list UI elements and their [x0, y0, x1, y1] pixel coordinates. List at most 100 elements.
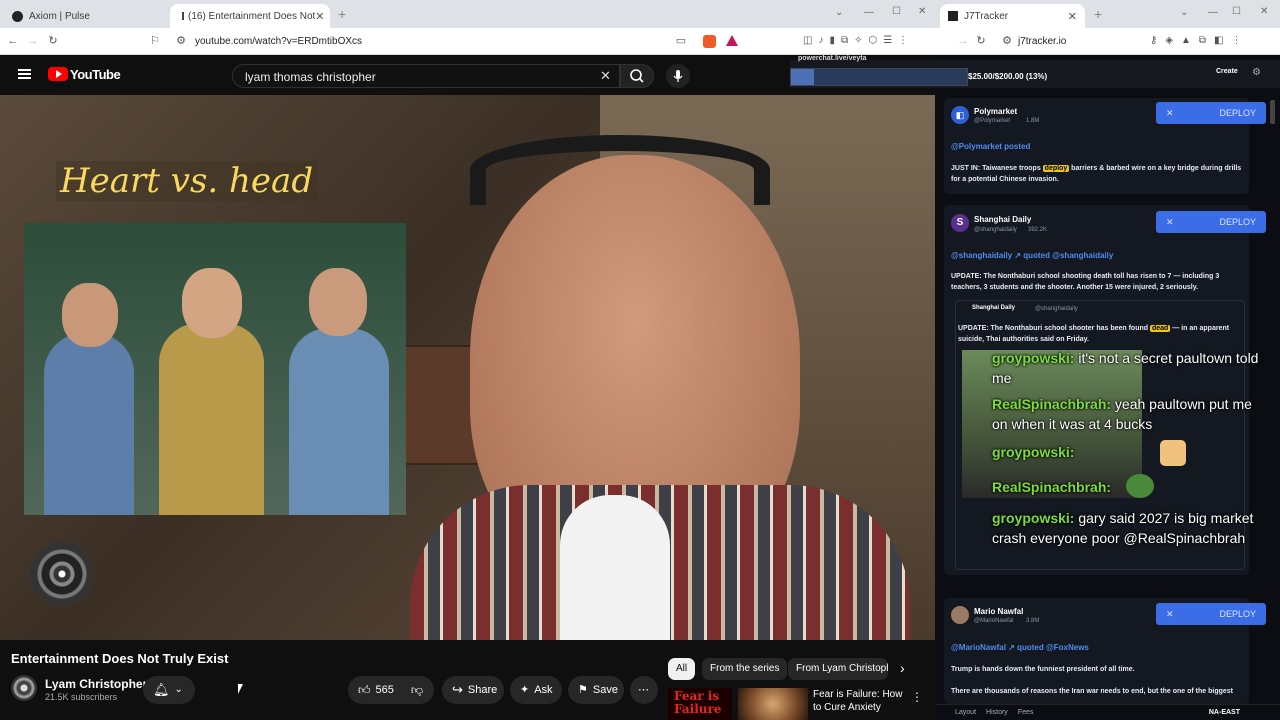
sparkle-icon: ✦	[520, 684, 530, 696]
site-info-icon[interactable]: ⚙	[174, 34, 188, 48]
headphones	[470, 135, 770, 205]
share-button[interactable]: ↪ Share	[442, 676, 504, 704]
channel-name[interactable]: Lyam Christopher	[45, 677, 147, 691]
deploy-button[interactable]: ✕ DEPLOY	[1156, 102, 1266, 124]
menu-icon[interactable]	[18, 69, 31, 79]
tab-label: J7Tracker	[964, 10, 1009, 22]
figure-right	[289, 328, 389, 515]
video-player[interactable]: Heart vs. head	[0, 95, 935, 640]
panel-scrollbar[interactable]	[1270, 100, 1275, 124]
progress-fill	[791, 69, 814, 85]
minimize-icon[interactable]: —	[1208, 7, 1218, 18]
clear-search-icon[interactable]: ✕	[600, 68, 611, 84]
post-text: UPDATE: The Nonthaburi school shooting d…	[951, 273, 1220, 291]
like-count: 565	[375, 684, 394, 696]
search-icon	[630, 69, 644, 83]
close-tab-icon[interactable]: ✕	[1068, 10, 1077, 23]
minimize-icon[interactable]: —	[864, 7, 874, 18]
url-text[interactable]: j7tracker.io	[1018, 36, 1066, 47]
close-icon: ✕	[1166, 609, 1174, 619]
bookmark-icon[interactable]: ⚐	[148, 34, 162, 48]
close-window-icon[interactable]: ✕	[1260, 6, 1268, 17]
post-followers: 3.8M	[1026, 618, 1040, 624]
figure-left	[44, 333, 134, 515]
history-tab[interactable]: History	[986, 709, 1008, 716]
new-tab-icon[interactable]: +	[1094, 6, 1102, 22]
deploy-button[interactable]: ✕ DEPLOY	[1156, 211, 1266, 233]
extension-icons[interactable]: ◫♪▮⧉✧⬡☰⋮	[803, 35, 914, 46]
subscribe-bell-button[interactable]: 🔔︎ ⌄	[143, 676, 195, 704]
rewards-icon[interactable]	[726, 35, 738, 46]
extension-icons[interactable]: ⚷◈▲⧉◧⋮	[1150, 35, 1250, 46]
progress-text: $25.00/$200.00 (13%)	[968, 72, 1048, 81]
back-icon[interactable]: ←	[6, 34, 20, 48]
search-input[interactable]: lyam thomas christopher	[232, 64, 620, 88]
forward-icon[interactable]: →	[26, 34, 40, 48]
site-info-icon[interactable]: ⚙	[1000, 34, 1014, 48]
rec-thumbnail-text[interactable]: Fear is Failure	[668, 688, 732, 720]
ask-button[interactable]: ✦ Ask	[510, 676, 562, 704]
post-author[interactable]: Polymarket	[974, 107, 1017, 116]
settings-icon[interactable]: ⚙	[1252, 67, 1261, 78]
figure-left-head	[62, 283, 118, 347]
youtube-logo-text[interactable]: YouTube	[70, 67, 121, 82]
forward-icon[interactable]: →	[956, 34, 970, 48]
maximize-icon[interactable]: ☐	[1232, 6, 1241, 17]
like-dislike-group[interactable]: 👍︎ 565 👎︎	[348, 676, 434, 704]
rec-more-icon[interactable]: ⋮	[911, 690, 923, 704]
reload-icon[interactable]: ↻	[46, 34, 60, 48]
dislike-icon[interactable]: 👎︎	[411, 676, 423, 704]
channel-watermark-icon[interactable]	[30, 542, 94, 606]
save-icon: ⚑	[578, 684, 588, 696]
post-handle: @Polymarket	[974, 118, 1011, 124]
maximize-icon[interactable]: ☐	[892, 6, 901, 17]
url-text[interactable]: youtube.com/watch?v=ERDmtibOXcs	[195, 36, 362, 47]
bell-icon: 🔔︎	[153, 682, 170, 697]
close-icon: ✕	[1166, 217, 1174, 227]
fees-tab[interactable]: Fees	[1018, 709, 1034, 716]
post-action[interactable]: @Polymarket posted	[951, 142, 1030, 151]
close-tab-icon[interactable]: ✕	[315, 10, 324, 23]
chip-all[interactable]: All	[668, 658, 696, 680]
tab-search-icon[interactable]: ⌄	[1180, 7, 1188, 18]
more-actions-button[interactable]: ⋯	[630, 676, 658, 704]
rec-title[interactable]: Fear is Failure: How to Cure Anxiety	[813, 688, 908, 714]
reload-icon[interactable]: ↻	[974, 34, 988, 48]
chip-from-series[interactable]: From the series	[702, 658, 788, 680]
star-trek-image	[24, 223, 406, 515]
close-window-icon[interactable]: ✕	[918, 6, 926, 17]
channel-avatar[interactable]	[11, 675, 37, 701]
like-icon[interactable]: 👍︎	[358, 676, 371, 704]
search-button[interactable]	[620, 64, 654, 88]
deploy-button[interactable]: ✕ DEPLOY	[1156, 603, 1266, 625]
tracker-bottom-bar: Layout History Fees NA-EAST	[935, 704, 1280, 720]
tab-j7tracker[interactable]: J7Tracker ✕	[940, 4, 1085, 28]
tab-search-icon[interactable]: ⌄	[835, 7, 843, 18]
chips-next-icon[interactable]: ›	[900, 660, 905, 676]
rec-thumbnail-image[interactable]	[738, 688, 808, 720]
post-action[interactable]: @shanghaidaily ↗ quoted @shanghaidaily	[951, 251, 1113, 260]
youtube-logo-icon[interactable]	[48, 67, 68, 81]
post-followers: 392.2K	[1028, 227, 1048, 233]
new-tab-icon[interactable]: +	[338, 6, 346, 22]
post-author[interactable]: Shanghai Daily	[974, 215, 1031, 224]
mario-nawfal-avatar	[951, 606, 969, 624]
post-action[interactable]: @MarioNawfal ↗ quoted @FoxNews	[951, 643, 1089, 652]
address-bar	[0, 28, 935, 55]
polymarket-avatar-icon: ◧	[951, 106, 969, 124]
shanghai-daily-avatar-icon: S	[951, 214, 969, 232]
brave-shield-icon[interactable]	[703, 35, 716, 48]
save-button[interactable]: ⚑ Save	[568, 676, 624, 704]
more-icon: ⋯	[638, 684, 649, 696]
post-author[interactable]: Mario Nawfal	[974, 607, 1023, 616]
microphone-icon	[673, 70, 683, 82]
tab-youtube[interactable]: (16) Entertainment Does Not ✕	[170, 4, 330, 28]
chat-message: groypowski: gary said 2027 is big market…	[992, 510, 1254, 546]
tab-axiom[interactable]: Axiom | Pulse	[4, 4, 169, 28]
layout-tab[interactable]: Layout	[955, 709, 976, 716]
cast-icon[interactable]: ▭	[674, 34, 688, 48]
create-button[interactable]: Create	[1216, 68, 1238, 75]
voice-search-button[interactable]	[666, 64, 690, 88]
chip-from-channel[interactable]: From Lyam Christophe	[788, 658, 888, 680]
tab-audio-icon	[182, 12, 184, 20]
